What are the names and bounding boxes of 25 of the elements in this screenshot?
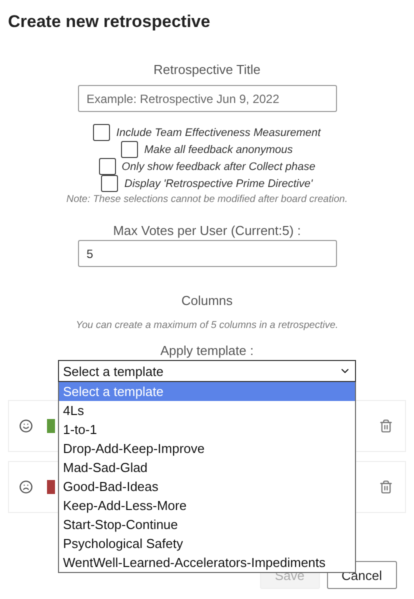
option-label: Include Team Effectiveness Measurement	[116, 126, 321, 138]
field-label: Apply template :	[160, 343, 254, 358]
options-note: Note: These selections cannot be modified after board creation.	[66, 194, 348, 205]
template-select[interactable]: Select a template	[58, 360, 356, 382]
checkbox[interactable]	[93, 124, 110, 141]
dialog-title: Create new retrospective	[8, 12, 212, 32]
section-heading: Columns	[181, 293, 233, 308]
columns-note: You can create a maximum of 5 columns in a retrospective.	[76, 320, 338, 331]
trash-icon[interactable]	[379, 480, 393, 494]
checkbox[interactable]	[121, 141, 138, 158]
color-swatch[interactable]	[47, 419, 55, 433]
votes-input[interactable]: 5	[78, 240, 336, 267]
checkbox[interactable]	[101, 175, 118, 192]
field-label: Max Votes per User (Current:5) :	[113, 223, 301, 238]
frown-icon[interactable]	[19, 480, 33, 494]
option-label: Display 'Retrospective Prime Directive'	[124, 178, 313, 190]
smile-icon[interactable]	[19, 419, 33, 433]
option-label: Only show feedback after Collect phase	[122, 160, 316, 172]
dropdown-option[interactable]: Select a template	[59, 382, 355, 401]
title-input[interactable]: Example: Retrospective Jun 9, 2022	[78, 85, 336, 112]
option-label: Make all feedback anonymous	[144, 144, 293, 156]
trash-icon[interactable]	[379, 419, 393, 433]
checkbox[interactable]	[98, 158, 116, 175]
field-label: Retrospective Title	[154, 62, 260, 77]
color-swatch[interactable]	[47, 480, 55, 494]
